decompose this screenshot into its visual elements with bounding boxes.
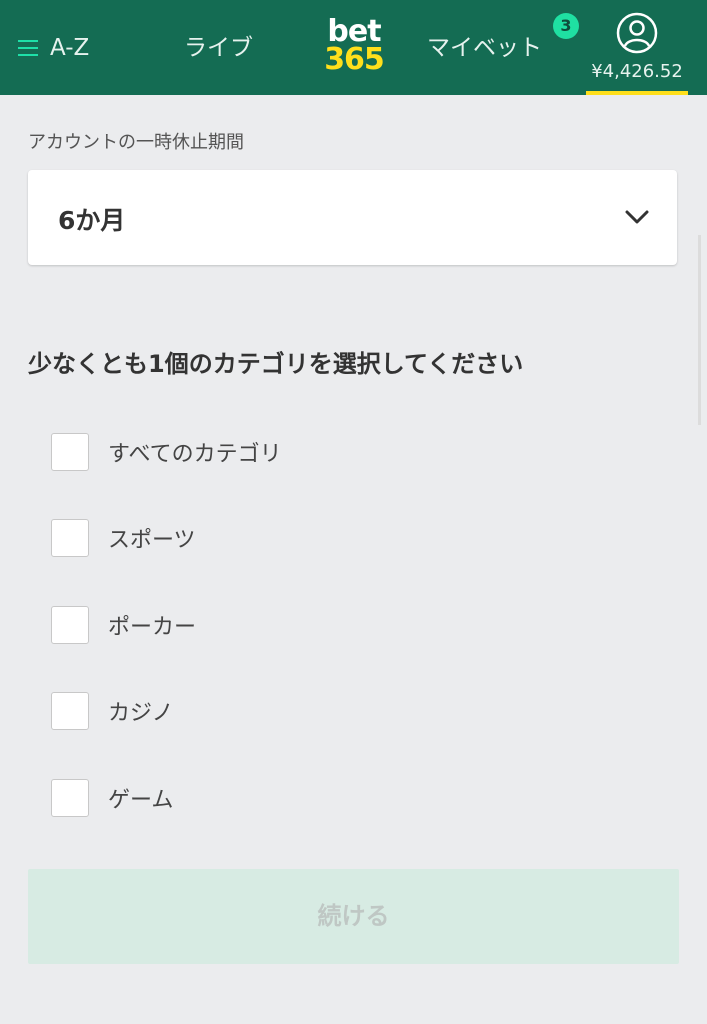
category-checkbox-all[interactable]: [51, 433, 89, 471]
user-account-icon: [616, 12, 658, 54]
account-balance: ¥4,426.52: [591, 61, 683, 82]
category-checkbox-poker[interactable]: [51, 606, 89, 644]
category-section-title: 少なくとも1個のカテゴリを選択してください: [28, 350, 524, 378]
category-label-casino: カジノ: [108, 701, 174, 726]
category-label-sports: スポーツ: [108, 528, 196, 553]
my-bets-tab[interactable]: マイベット: [427, 33, 542, 63]
suspension-period-select[interactable]: 6か月: [28, 170, 677, 265]
continue-button[interactable]: 続ける: [28, 869, 679, 964]
category-option-games[interactable]: ゲーム: [51, 778, 451, 818]
scrollbar[interactable]: [698, 235, 701, 425]
category-checkbox-casino[interactable]: [51, 692, 89, 730]
suspension-period-label: アカウントの一時休止期間: [28, 132, 244, 153]
category-option-sports[interactable]: スポーツ: [51, 518, 451, 558]
hamburger-icon: [18, 40, 38, 56]
chevron-down-icon: [625, 210, 649, 224]
suspension-period-value: 6か月: [58, 206, 126, 235]
category-option-all[interactable]: すべてのカテゴリ: [51, 432, 451, 472]
live-tab[interactable]: ライブ: [184, 33, 253, 63]
az-label: A-Z: [50, 35, 90, 61]
category-checkbox-sports[interactable]: [51, 519, 89, 557]
category-option-poker[interactable]: ポーカー: [51, 605, 451, 645]
my-bets-count-badge: 3: [553, 13, 579, 39]
logo-text-bottom: 365: [324, 42, 385, 77]
top-navigation-bar: A-Z ライブ bet 365 マイベット 3 ¥4,426.52: [0, 0, 707, 95]
category-option-casino[interactable]: カジノ: [51, 691, 451, 731]
category-label-poker: ポーカー: [108, 615, 197, 640]
category-checkbox-games[interactable]: [51, 779, 89, 817]
account-button[interactable]: ¥4,426.52: [586, 12, 688, 95]
active-indicator: [586, 91, 688, 95]
category-label-games: ゲーム: [108, 788, 174, 813]
az-menu-button[interactable]: A-Z: [18, 33, 89, 63]
category-label-all: すべてのカテゴリ: [108, 442, 282, 467]
bet365-logo[interactable]: bet 365: [320, 17, 388, 80]
